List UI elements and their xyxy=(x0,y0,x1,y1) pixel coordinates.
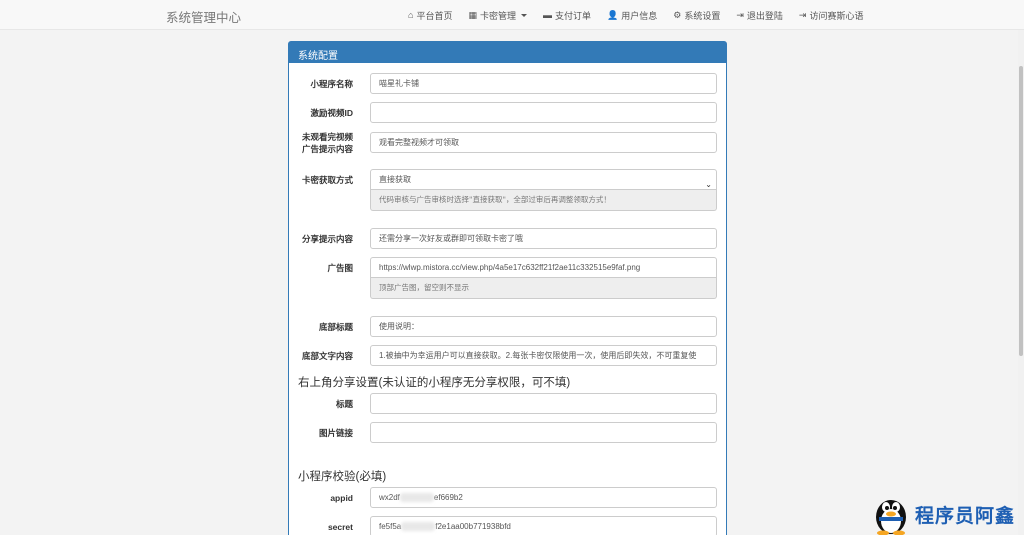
share-title-input[interactable] xyxy=(370,393,717,414)
verify-section-title: 小程序校验(必填) xyxy=(298,471,387,483)
nav-label: 系统设置 xyxy=(684,11,721,21)
secret-input[interactable]: fe5f5a f2e1aa00b771938bfd xyxy=(370,516,717,535)
nav-item-logout[interactable]: ⇥ 退出登陆 xyxy=(736,9,783,22)
field-label: 标题 xyxy=(335,399,353,409)
field-label: 底部标题 xyxy=(318,322,353,332)
page-scrollbar[interactable] xyxy=(1018,30,1024,535)
select-value: 直接获取 xyxy=(379,175,411,184)
penguin-mascot-icon xyxy=(876,500,906,535)
field-label: secret xyxy=(327,522,353,532)
external-link-icon: ⇥ xyxy=(798,10,807,20)
ad-tip-input[interactable]: 观看完整视频才可领取 xyxy=(370,132,717,153)
appid-prefix: wx2df xyxy=(379,493,400,502)
scrollbar-thumb[interactable] xyxy=(1019,66,1023,356)
nav-item-home[interactable]: ⌂ 平台首页 xyxy=(408,9,452,22)
secret-prefix: fe5f5a xyxy=(379,522,402,531)
field-label: 图片链接 xyxy=(318,428,353,438)
nav-item-user-info[interactable]: 👤 用户信息 xyxy=(607,9,657,22)
field-label: 激励视频ID xyxy=(310,108,353,118)
appid-suffix: ef669b2 xyxy=(433,493,463,502)
logout-icon: ⇥ xyxy=(736,10,744,20)
caret-down-icon xyxy=(520,14,527,17)
user-icon: 👤 xyxy=(607,10,619,20)
field-label: 广告图 xyxy=(327,263,353,273)
system-config-panel: 系统配置 小程序名称 喵星礼卡铺 激励视频ID 未观看完视频 广告提示内容 观看… xyxy=(288,41,727,535)
nav-label: 访问赛斯心语 xyxy=(809,11,864,21)
home-icon: ⌂ xyxy=(408,10,414,20)
share-section-title: 右上角分享设置(未认证的小程序无分享权限，可不填) xyxy=(298,377,571,389)
nav-menu: ⌂ 平台首页 ▦ 卡密管理 ▬ 支付订单 👤 用户信息 ⚙ 系统设置 ⇥ 退出登… xyxy=(408,9,863,22)
watermark: 程序员阿鑫 xyxy=(871,493,1015,535)
field-label: 小程序名称 xyxy=(310,79,353,89)
top-navbar: 系统管理中心 ⌂ 平台首页 ▦ 卡密管理 ▬ 支付订单 👤 用户信息 ⚙ 系统设… xyxy=(0,0,1024,30)
video-id-input[interactable] xyxy=(370,102,717,123)
nav-item-system-settings[interactable]: ⚙ 系统设置 xyxy=(673,9,720,22)
field-label: 未观看完视频 xyxy=(301,132,353,142)
footer-title-input[interactable]: 使用说明： xyxy=(370,316,717,337)
appid-input[interactable]: wx2df ef669b2 xyxy=(370,487,717,508)
redacted-blur xyxy=(401,522,436,532)
nav-item-payment-orders[interactable]: ▬ 支付订单 xyxy=(543,9,591,22)
chevron-down-icon: ⌄ xyxy=(705,180,712,189)
field-label: 卡密获取方式 xyxy=(301,175,353,185)
redacted-blur xyxy=(399,493,434,503)
fetch-mode-select[interactable]: 直接获取 ⌄ xyxy=(370,169,717,190)
nav-item-card-management[interactable]: ▦ 卡密管理 xyxy=(468,9,527,22)
panel-title: 系统配置 xyxy=(289,42,726,63)
secret-suffix: f2e1aa00b771938bfd xyxy=(435,522,511,531)
nav-item-visit-site[interactable]: ⇥ 访问赛斯心语 xyxy=(799,9,864,22)
field-label: appid xyxy=(330,493,353,503)
nav-label: 平台首页 xyxy=(416,11,453,21)
card-icon: ▬ xyxy=(542,10,552,20)
ad-image-input[interactable]: https://wlwp.mistora.cc/view.php/4a5e17c… xyxy=(370,257,717,278)
nav-label: 支付订单 xyxy=(554,11,591,21)
nav-label: 卡密管理 xyxy=(479,11,516,21)
field-label: 底部文字内容 xyxy=(301,351,353,361)
watermark-text: 程序员阿鑫 xyxy=(915,505,1016,527)
share-tip-input[interactable]: 还需分享一次好友或群即可领取卡密了哦 xyxy=(370,228,717,249)
brand-title[interactable]: 系统管理中心 xyxy=(166,7,241,26)
footer-text-input[interactable]: 1.被抽中为幸运用户可以直接获取。2.每张卡密仅限使用一次，使用后即失效，不可重… xyxy=(370,345,717,366)
ad-image-help: 顶部广告图，留空则不显示 xyxy=(370,278,717,299)
share-image-input[interactable] xyxy=(370,422,717,443)
field-label: 分享提示内容 xyxy=(301,234,353,244)
field-label: 广告提示内容 xyxy=(301,144,353,154)
fetch-mode-help: 代码审核与广告审核时选择"直接获取"，全部过审后再调整领取方式！ xyxy=(370,190,717,211)
nav-label: 用户信息 xyxy=(621,11,658,21)
gear-icon: ⚙ xyxy=(673,10,682,20)
app-name-input[interactable]: 喵星礼卡铺 xyxy=(370,73,717,94)
grid-icon: ▦ xyxy=(468,10,477,20)
nav-label: 退出登陆 xyxy=(746,11,783,21)
